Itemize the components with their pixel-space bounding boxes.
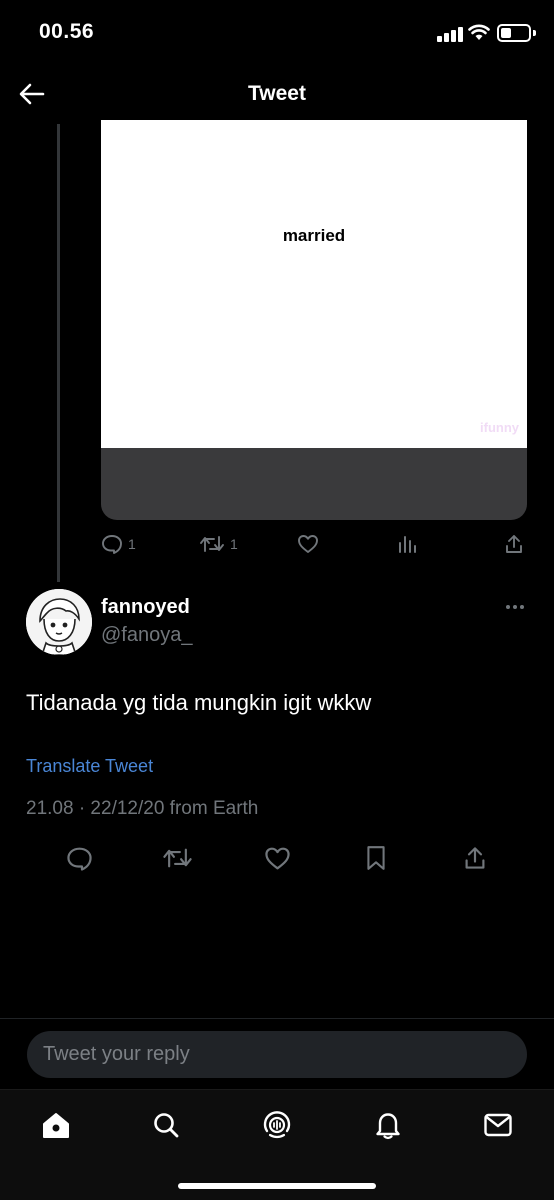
share-icon	[506, 535, 522, 553]
parent-reply-count: 1	[128, 536, 136, 552]
avatar[interactable]	[26, 589, 92, 655]
nav-notifications[interactable]	[368, 1107, 408, 1143]
parent-like-button[interactable]	[297, 530, 319, 558]
parent-views-button[interactable]	[397, 530, 417, 558]
notifications-icon	[376, 1113, 400, 1140]
retweet-icon	[200, 536, 224, 552]
nav-home[interactable]	[36, 1107, 76, 1143]
cellular-signal-icon	[437, 26, 463, 42]
parent-retweet-button[interactable]: 1	[199, 530, 238, 558]
like-icon	[264, 847, 290, 869]
retweet-icon	[162, 848, 192, 868]
spaces-icon	[263, 1111, 291, 1139]
reply-icon	[66, 847, 92, 871]
reply-bar	[0, 1019, 554, 1089]
parent-share-button[interactable]	[504, 530, 524, 558]
translate-tweet-link[interactable]: Translate Tweet	[26, 756, 153, 777]
media-caption: married	[282, 226, 346, 245]
status-bar: 00.56	[0, 0, 554, 62]
nav-search[interactable]	[146, 1107, 186, 1143]
messages-icon	[484, 1113, 512, 1137]
tweet-media[interactable]: married ifunny	[101, 120, 527, 520]
bookmark-button[interactable]	[360, 842, 392, 874]
parent-tweet-actions: 1 1	[101, 530, 527, 558]
avatar-image	[26, 589, 92, 655]
header: Tweet	[0, 62, 554, 124]
like-button[interactable]	[261, 842, 293, 874]
tweet-actions	[0, 838, 554, 878]
user-handle[interactable]: @fanoya_	[101, 624, 192, 647]
media-watermark: ifunny	[480, 420, 519, 435]
thread-connector-line	[57, 124, 60, 582]
status-time: 00.56	[39, 20, 95, 43]
nav-messages[interactable]	[478, 1107, 518, 1143]
analytics-icon	[399, 536, 416, 553]
battery-icon	[497, 24, 531, 42]
tweet-timestamp: 21.08 · 22/12/20 from Earth	[26, 798, 259, 819]
bookmark-icon	[367, 846, 385, 870]
parent-reply-button[interactable]: 1	[101, 530, 136, 558]
nav-spaces[interactable]	[257, 1107, 297, 1143]
display-name[interactable]: fannoyed	[101, 596, 190, 619]
media-image: married ifunny	[101, 120, 527, 448]
reply-button[interactable]	[63, 842, 95, 874]
reply-icon	[102, 535, 122, 554]
share-icon	[465, 847, 485, 869]
tweet-text: Tidanada yg tida mungkin igit wkkw	[26, 690, 372, 715]
like-icon	[298, 535, 318, 553]
more-options-button[interactable]	[500, 597, 530, 617]
home-indicator	[178, 1183, 376, 1189]
reply-input[interactable]	[27, 1031, 527, 1078]
home-icon	[43, 1113, 69, 1138]
retweet-button[interactable]	[161, 842, 193, 874]
parent-retweet-count: 1	[230, 536, 238, 552]
page-title: Tweet	[248, 82, 306, 105]
wifi-icon	[468, 24, 490, 40]
search-icon	[154, 1113, 179, 1138]
share-button[interactable]	[459, 842, 491, 874]
